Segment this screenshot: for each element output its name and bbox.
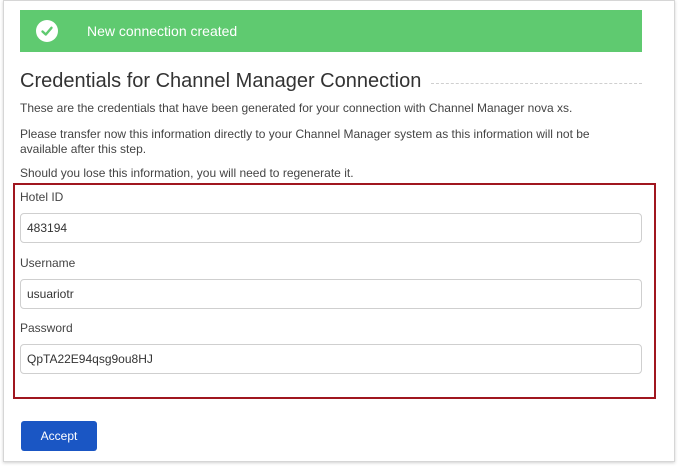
page-title-row: Credentials for Channel Manager Connecti… <box>20 70 642 93</box>
password-field[interactable]: QpTA22E94qsg9ou8HJ <box>20 344 642 374</box>
password-label: Password <box>20 321 73 335</box>
page-title: Credentials for Channel Manager Connecti… <box>20 70 422 92</box>
info-paragraph: These are the credentials that have been… <box>20 101 573 115</box>
warning-paragraph: Please transfer now this information dir… <box>20 127 590 156</box>
username-label: Username <box>20 256 76 270</box>
success-toast: New connection created <box>20 10 642 52</box>
accept-button[interactable]: Accept <box>21 421 97 451</box>
username-value: usuariotr <box>27 287 74 301</box>
toast-message: New connection created <box>87 23 238 39</box>
title-divider <box>431 83 642 84</box>
username-field[interactable]: usuariotr <box>20 279 642 309</box>
hotel-id-field[interactable]: 483194 <box>20 213 642 243</box>
hotel-id-value: 483194 <box>27 221 68 235</box>
hotel-id-label: Hotel ID <box>20 190 64 204</box>
regenerate-note: Should you lose this information, you wi… <box>20 166 354 180</box>
password-value: QpTA22E94qsg9ou8HJ <box>27 352 153 366</box>
check-circle-icon <box>36 20 58 42</box>
